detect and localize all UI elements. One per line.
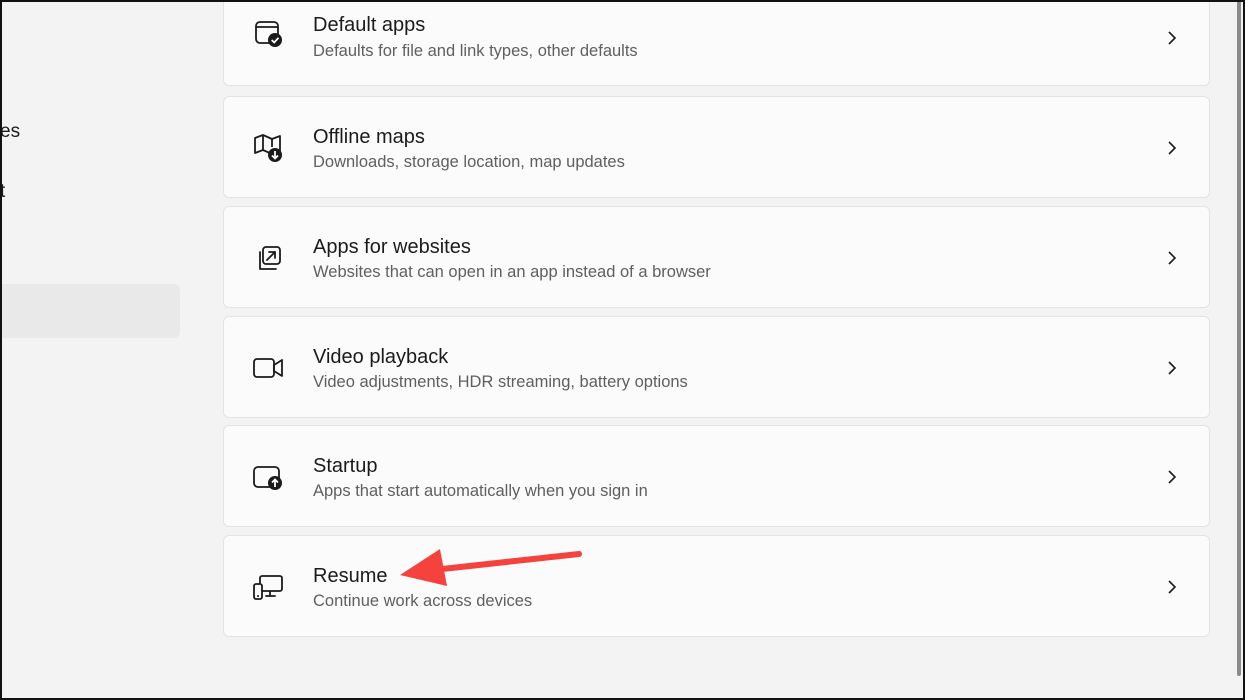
startup-card[interactable]: Startup Apps that start automatically wh… <box>223 425 1210 527</box>
card-title: Startup <box>313 455 378 477</box>
apps-for-websites-card[interactable]: Apps for websites Websites that can open… <box>223 206 1210 308</box>
card-title: Apps for websites <box>313 236 471 258</box>
default-apps-card[interactable]: Default apps Defaults for file and link … <box>223 0 1210 86</box>
default-apps-icon <box>250 15 286 51</box>
nav-item-partial-label[interactable]: t <box>0 181 5 203</box>
video-camera-icon <box>250 350 286 386</box>
card-title: Resume <box>313 565 388 587</box>
nav-item-selected[interactable] <box>0 284 180 338</box>
card-description: Continue work across devices <box>313 592 533 610</box>
card-description: Defaults for file and link types, other … <box>313 42 638 60</box>
vertical-scrollbar[interactable] <box>1237 0 1241 676</box>
apps-for-websites-icon <box>250 240 286 276</box>
annotation-arrow-icon <box>400 549 582 586</box>
chevron-right-icon <box>1168 470 1177 484</box>
resume-card[interactable]: Resume Continue work across devices <box>223 535 1210 637</box>
card-title: Offline maps <box>313 126 425 148</box>
card-title: Video playback <box>313 346 449 368</box>
card-title: Default apps <box>313 14 426 36</box>
video-playback-card[interactable]: Video playback Video adjustments, HDR st… <box>223 316 1210 418</box>
resume-devices-icon <box>250 569 286 605</box>
card-description: Downloads, storage location, map updates <box>313 153 625 171</box>
chevron-right-icon <box>1168 141 1177 155</box>
card-description: Video adjustments, HDR streaming, batter… <box>313 373 688 391</box>
chevron-right-icon <box>1168 580 1177 594</box>
offline-maps-card[interactable]: Offline maps Downloads, storage location… <box>223 96 1210 198</box>
chevron-right-icon <box>1168 251 1177 265</box>
card-description: Apps that start automatically when you s… <box>313 482 648 500</box>
nav-item-partial-label[interactable]: es <box>0 121 20 143</box>
card-description: Websites that can open in an app instead… <box>313 263 711 281</box>
chevron-right-icon <box>1168 361 1177 375</box>
offline-maps-icon <box>250 130 286 166</box>
startup-icon <box>250 459 286 495</box>
chevron-right-icon <box>1168 31 1177 45</box>
